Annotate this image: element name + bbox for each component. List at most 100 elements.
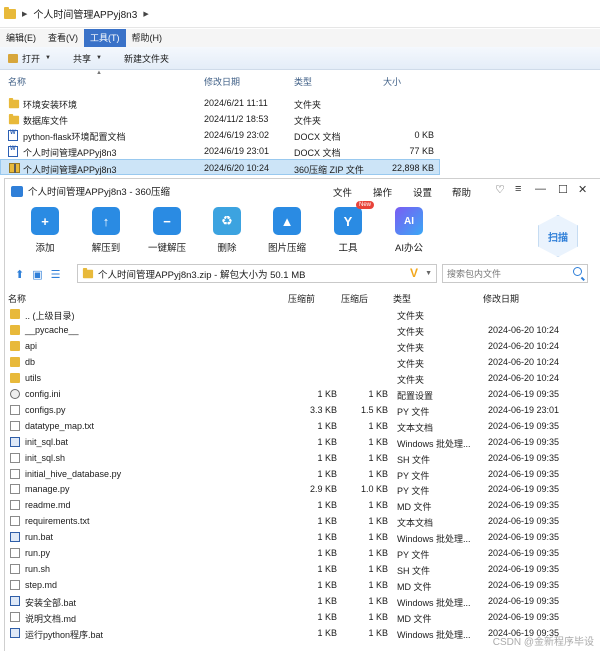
- column-size[interactable]: 大小: [383, 75, 401, 88]
- archive-row[interactable]: .. (上级目录) 文件夹: [5, 306, 600, 322]
- file-date: 2024/6/21 11:11: [204, 98, 268, 108]
- archive-file-type: 文本文档: [397, 422, 434, 433]
- folder-icon: [4, 6, 16, 19]
- archive-row[interactable]: manage.py 2.9 KB 1.0 KB PY 文件 2024-06-19 09:…: [5, 481, 600, 497]
- menu-tools[interactable]: 工具(T): [84, 29, 126, 47]
- skin-icon[interactable]: ♡: [495, 183, 505, 196]
- one-click-extract-icon: −: [153, 207, 181, 235]
- column-name[interactable]: 名称: [8, 292, 26, 305]
- zip-path-bar: ⬆ ▣ ☰ 个人时间管理APPyj8n3.zip - 解包大小为 50.1 MB…: [5, 264, 600, 284]
- watermark: CSDN @金新程序毕设: [492, 637, 594, 648]
- archive-original-size: 1 KB: [317, 548, 337, 559]
- one-click-extract-button[interactable]: − 一键解压: [135, 207, 199, 254]
- menu-help[interactable]: 帮助: [452, 185, 471, 199]
- archive-compressed-size: 1 KB: [368, 436, 388, 447]
- archive-file-type: MD 文件: [397, 582, 432, 593]
- archive-row[interactable]: initial_hive_database.py 1 KB 1 KB PY 文件 202…: [5, 466, 600, 482]
- archive-row[interactable]: utils 文件夹 2024-06-20 10:24: [5, 370, 600, 386]
- share-button[interactable]: 共享 ▼: [73, 52, 102, 65]
- archive-row[interactable]: readme.md 1 KB 1 KB MD 文件 2024-06-19 09:35: [5, 497, 600, 513]
- archive-original-size: 1 KB: [317, 612, 337, 623]
- image-compress-button[interactable]: ▲ 图片压缩: [255, 207, 319, 254]
- menu-operate[interactable]: 操作: [373, 185, 392, 199]
- delete-button[interactable]: ♻ 删除: [195, 207, 259, 254]
- archive-original-size: 1 KB: [317, 628, 337, 638]
- explorer-address-bar[interactable]: ▶ 个人时间管理APPyj8n3 ▶: [0, 0, 600, 28]
- breadcrumb[interactable]: 个人时间管理APPyj8n3: [33, 6, 137, 21]
- archive-row[interactable]: 安装全部.bat 1 KB 1 KB Windows 批处理... 2024-06-19…: [5, 593, 600, 609]
- archive-row[interactable]: config.ini 1 KB 1 KB 配置设置 2024-06-19 09:35: [5, 386, 600, 402]
- extract-to-button[interactable]: ↑ 解压到: [74, 207, 138, 254]
- column-name[interactable]: 名称: [8, 75, 26, 88]
- archive-original-size: 1 KB: [317, 532, 337, 543]
- tools-button[interactable]: Y 工具: [316, 201, 380, 254]
- file-row-selected[interactable]: 个人时间管理APPyj8n3 2024/6/20 10:24 360压缩 ZIP…: [0, 159, 440, 175]
- archive-row[interactable]: datatype_map.txt 1 KB 1 KB 文本文档 2024-06-19 0…: [5, 418, 600, 434]
- archive-file-type: MD 文件: [397, 502, 432, 513]
- archive-row[interactable]: __pycache__ 文件夹 2024-06-20 10:24: [5, 322, 600, 338]
- archive-file-type: 文件夹: [397, 326, 425, 337]
- explorer-column-header: ▲ 名称 修改日期 类型 大小: [0, 70, 600, 90]
- image-compress-icon: ▲: [273, 207, 301, 235]
- ai-office-button[interactable]: AI AI办公: [377, 207, 441, 254]
- close-icon[interactable]: ✕: [578, 183, 587, 196]
- archive-row[interactable]: run.sh 1 KB 1 KB SH 文件 2024-06-19 09:35: [5, 561, 600, 577]
- sort-up-icon: ▲: [96, 70, 102, 76]
- file-row[interactable]: 数据库文件 2024/11/2 18:53 文件夹: [0, 111, 440, 127]
- archive-row[interactable]: configs.py 3.3 KB 1.5 KB PY 文件 2024-06-19 23…: [5, 402, 600, 418]
- archive-path-field[interactable]: 个人时间管理APPyj8n3.zip - 解包大小为 50.1 MB V ▼: [77, 264, 437, 283]
- menu-settings[interactable]: 设置: [413, 185, 432, 199]
- archive-row[interactable]: init_sql.sh 1 KB 1 KB SH 文件 2024-06-19 09:35: [5, 450, 600, 466]
- column-date[interactable]: 修改日期: [483, 292, 519, 305]
- file-row[interactable]: python-flask环境配置文档 2024/6/19 23:02 DOCX …: [0, 127, 440, 143]
- archive-file-date: 2024-06-19 09:35: [488, 580, 560, 591]
- menu-file[interactable]: 文件: [333, 185, 352, 199]
- file-name: 数据库文件: [23, 116, 69, 126]
- column-type[interactable]: 类型: [294, 75, 312, 88]
- archive-row[interactable]: requirements.txt 1 KB 1 KB 文本文档 2024-06-19 0…: [5, 513, 600, 529]
- column-type[interactable]: 类型: [393, 292, 411, 305]
- column-date[interactable]: 修改日期: [204, 75, 240, 88]
- menu-edit[interactable]: 编辑(E): [0, 29, 42, 47]
- view-mode-icon[interactable]: ▣: [32, 268, 42, 281]
- archive-file-type: Windows 批处理...: [397, 598, 471, 609]
- tools-icon: Y: [334, 201, 374, 235]
- add-button[interactable]: + 添加: [13, 207, 77, 254]
- archive-row[interactable]: run.py 1 KB 1 KB PY 文件 2024-06-19 09:35: [5, 545, 600, 561]
- column-compressed-size[interactable]: 压缩后: [341, 292, 368, 305]
- file-row[interactable]: 个人时间管理APPyj8n3 2024/6/19 23:01 DOCX 文档 7…: [0, 143, 440, 159]
- open-button[interactable]: 打开 ▼: [8, 52, 51, 65]
- file-icon: [10, 612, 20, 623]
- zip-archive-icon: [9, 163, 20, 173]
- new-folder-button[interactable]: 新建文件夹: [124, 52, 169, 65]
- file-row[interactable]: 环境安装环境 2024/6/21 11:11 文件夹: [0, 95, 440, 111]
- menu-help[interactable]: 帮助(H): [126, 29, 169, 47]
- archive-row[interactable]: db 文件夹 2024-06-20 10:24: [5, 354, 600, 370]
- archive-compressed-size: 1.5 KB: [360, 404, 388, 415]
- archive-row[interactable]: api 文件夹 2024-06-20 10:24: [5, 338, 600, 354]
- archive-row[interactable]: run.bat 1 KB 1 KB Windows 批处理... 2024-06-19 …: [5, 529, 600, 545]
- archive-file-date: 2024-06-19 09:35: [488, 548, 560, 559]
- menu-icon[interactable]: ≡: [515, 183, 521, 195]
- archive-compressed-size: 1 KB: [368, 532, 388, 543]
- up-level-icon[interactable]: ⬆: [15, 268, 24, 281]
- archive-file-type: MD 文件: [397, 614, 432, 625]
- menu-view[interactable]: 查看(V): [42, 29, 84, 47]
- maximize-icon[interactable]: ☐: [558, 183, 568, 196]
- archive-row[interactable]: step.md 1 KB 1 KB MD 文件 2024-06-19 09:35: [5, 577, 600, 593]
- list-view-icon[interactable]: ☰: [51, 268, 61, 281]
- column-original-size[interactable]: 压缩前: [288, 292, 315, 305]
- archive-search-input[interactable]: 搜索包内文件: [442, 264, 588, 283]
- folder-icon: [8, 98, 20, 109]
- search-icon[interactable]: [573, 267, 582, 276]
- open-label: 打开: [22, 53, 41, 64]
- minimize-icon[interactable]: —: [535, 183, 546, 195]
- explorer-toolbar: 打开 ▼ 共享 ▼ 新建文件夹: [0, 47, 600, 70]
- file-date: 2024/6/19 23:02: [204, 130, 270, 140]
- archive-row[interactable]: init_sql.bat 1 KB 1 KB Windows 批处理... 2024-0…: [5, 434, 600, 450]
- window-title: 个人时间管理APPyj8n3 - 360压缩: [28, 187, 171, 198]
- file-icon: [10, 468, 20, 479]
- archive-row[interactable]: 说明文档.md 1 KB 1 KB MD 文件 2024-06-19 09:35: [5, 609, 600, 625]
- chevron-down-icon[interactable]: ▼: [425, 270, 432, 277]
- explorer-menu-bar: 编辑(E) 查看(V) 工具(T) 帮助(H): [0, 29, 600, 47]
